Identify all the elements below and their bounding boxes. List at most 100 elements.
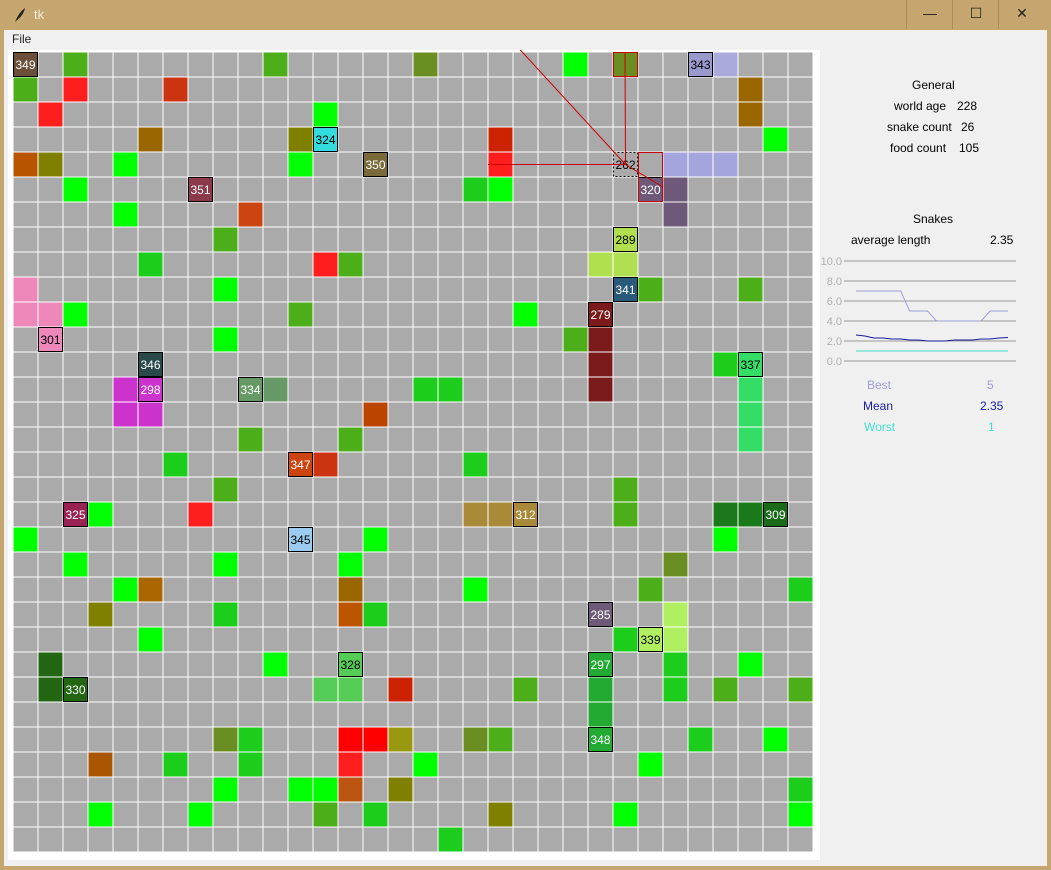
cell [713, 527, 738, 552]
cell [663, 677, 688, 702]
cell [588, 377, 613, 402]
cell [688, 152, 713, 177]
world-grid[interactable]: 349 343 324 350 351 320 289 341 279 301 346 298 334 3… [8, 50, 820, 860]
cell [488, 177, 513, 202]
cell [163, 77, 188, 102]
cell [613, 477, 638, 502]
cell [63, 552, 88, 577]
cell [213, 477, 238, 502]
cell [238, 202, 263, 227]
feather-icon [15, 8, 25, 22]
snake-id-label: 289 [615, 233, 635, 247]
snake-id-label: 312 [515, 508, 535, 522]
cell [138, 252, 163, 277]
cell [113, 152, 138, 177]
cell [638, 277, 663, 302]
cell [388, 727, 413, 752]
cell [213, 552, 238, 577]
cell [238, 752, 263, 777]
cell [113, 377, 138, 402]
snake-id-label: 298 [140, 383, 160, 397]
cell [463, 577, 488, 602]
window-title: tk [34, 7, 45, 22]
cell [163, 452, 188, 477]
cell [313, 102, 338, 127]
cell [313, 677, 338, 702]
vision-ray [624, 52, 626, 165]
snake-id-label: 285 [590, 608, 610, 622]
cell [63, 177, 88, 202]
cell [613, 502, 638, 527]
cell [763, 727, 788, 752]
snakes-heading: Snakes [913, 212, 954, 226]
y-tick-label: 4.0 [827, 316, 842, 328]
cell [613, 252, 638, 277]
snake-id-label: 345 [290, 533, 310, 547]
length-history-chart: 10.0 8.0 6.0 4.0 2.0 0.0 [821, 257, 1016, 367]
cell [713, 502, 738, 527]
cell [13, 302, 38, 327]
cell [613, 802, 638, 827]
cell [663, 627, 688, 652]
cell [588, 702, 613, 727]
snake-id-label: 351 [190, 183, 210, 197]
snake-id-label: 325 [65, 508, 85, 522]
cell [113, 577, 138, 602]
cell [663, 652, 688, 677]
cell [63, 302, 88, 327]
cell [238, 427, 263, 452]
cell [88, 502, 113, 527]
cell [488, 502, 513, 527]
cell [788, 577, 813, 602]
cell [438, 827, 463, 852]
cell [338, 252, 363, 277]
cell [513, 677, 538, 702]
minimize-button[interactable]: — [906, 0, 953, 29]
menu-file[interactable]: File [12, 32, 31, 46]
snake-id-label: 346 [140, 358, 160, 372]
legend-best-label: Best [867, 378, 892, 392]
food-count-label: food count [890, 141, 947, 155]
general-heading: General [912, 78, 955, 92]
cell [13, 152, 38, 177]
cell [13, 527, 38, 552]
cell [288, 302, 313, 327]
snake-id-label: 348 [590, 733, 610, 747]
cell [288, 152, 313, 177]
y-tick-label: 2.0 [827, 336, 842, 348]
snake-id-label: 309 [765, 508, 785, 522]
cell [363, 527, 388, 552]
cell [638, 752, 663, 777]
cell [263, 652, 288, 677]
cell [663, 602, 688, 627]
cell [188, 802, 213, 827]
snake-id-label: 330 [65, 683, 85, 697]
cell [463, 177, 488, 202]
cell [313, 452, 338, 477]
cell [588, 327, 613, 352]
cell [563, 327, 588, 352]
cell [163, 752, 188, 777]
maximize-button[interactable]: ☐ [952, 0, 999, 29]
snake-id-label: 349 [15, 58, 35, 72]
snake-id-label: 320 [640, 183, 660, 197]
food-count-value: 105 [959, 141, 980, 155]
cell [338, 677, 363, 702]
cell [213, 602, 238, 627]
cell [63, 77, 88, 102]
cell [463, 452, 488, 477]
cell [513, 302, 538, 327]
legend-mean-value: 2.35 [980, 399, 1004, 413]
cell [288, 777, 313, 802]
average-length-label: average length [851, 233, 931, 247]
cell [138, 127, 163, 152]
cell [38, 302, 63, 327]
cell [738, 502, 763, 527]
close-button[interactable]: ✕ [998, 0, 1045, 29]
legend-worst-value: 1 [988, 420, 995, 434]
cell [738, 102, 763, 127]
cell [713, 152, 738, 177]
snake-id-label: 347 [290, 458, 310, 472]
cell [313, 252, 338, 277]
world-canvas[interactable]: 349 343 324 350 351 320 289 341 279 301 346 298 334 3… [8, 50, 820, 860]
